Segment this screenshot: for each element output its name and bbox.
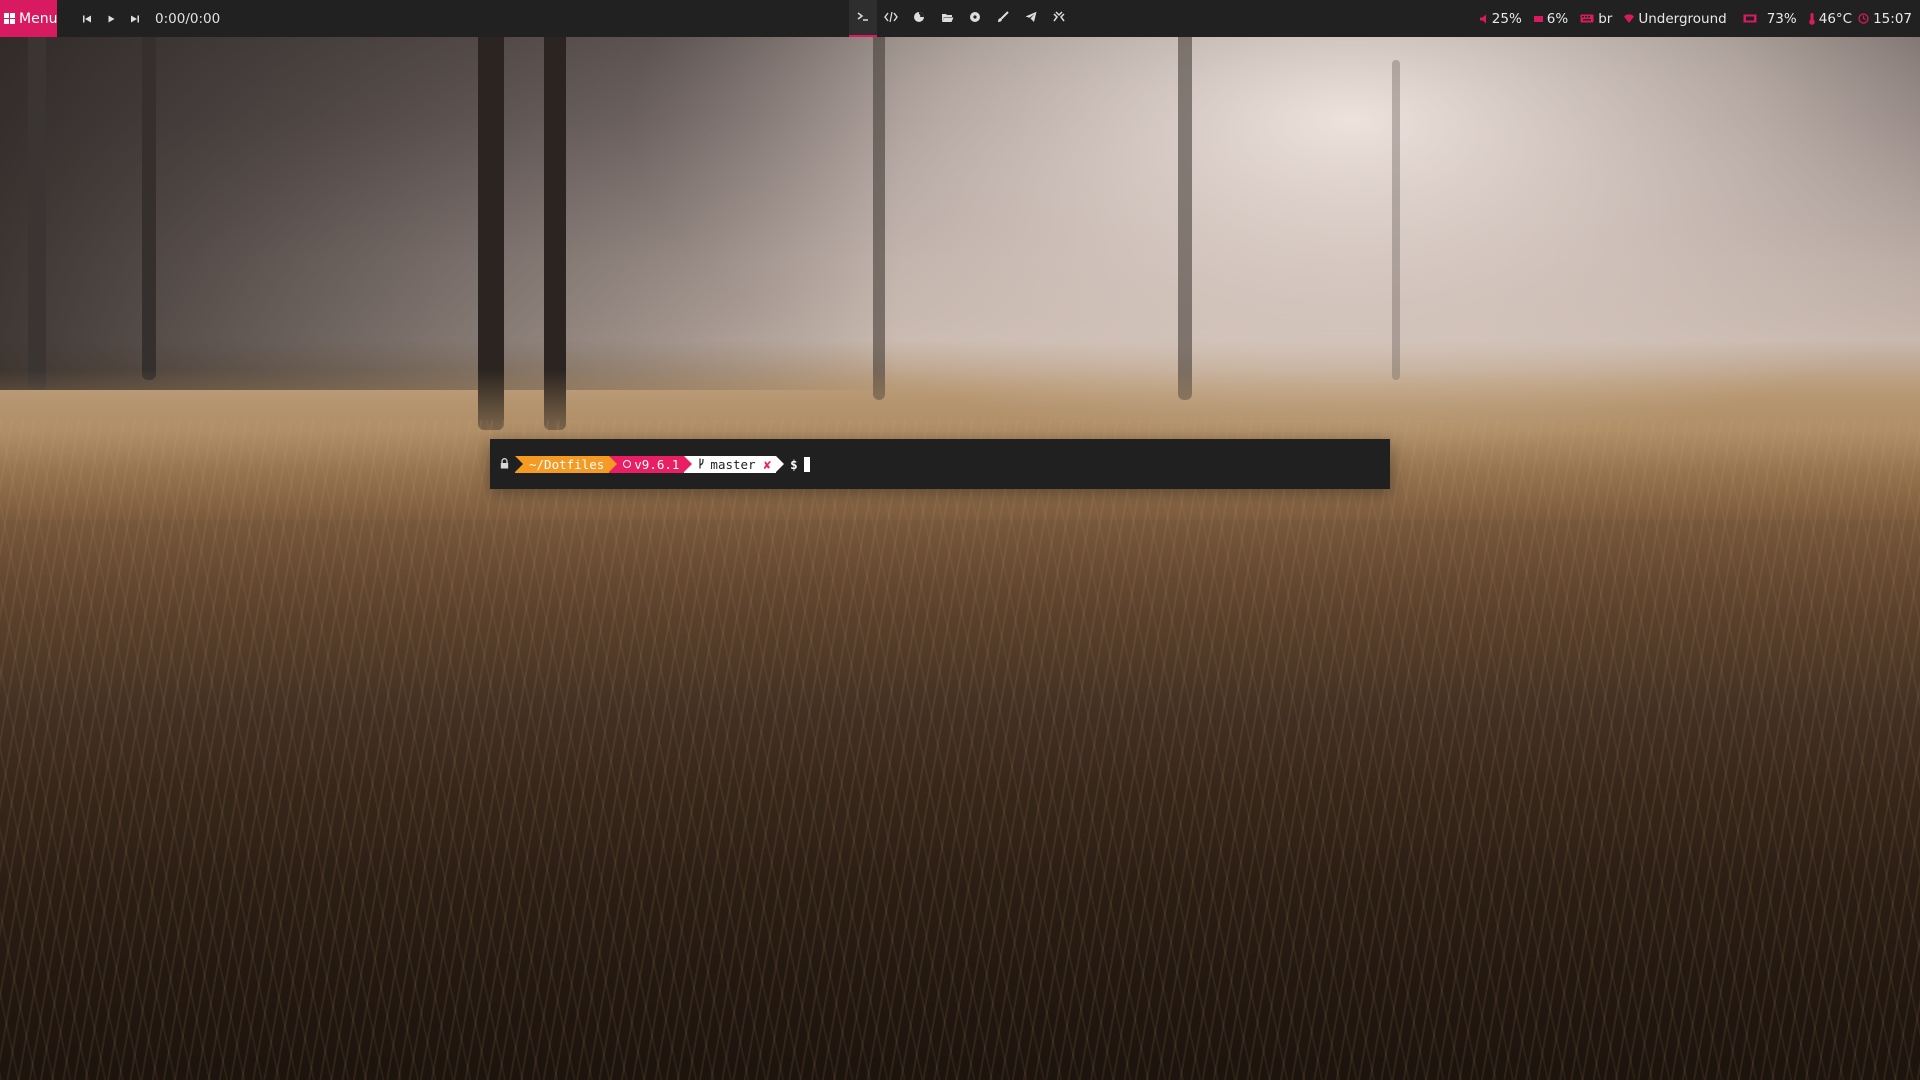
skip-previous-icon[interactable]: [77, 9, 97, 29]
files-launcher[interactable]: [933, 0, 961, 37]
speaker-icon: [1479, 14, 1488, 24]
wallpaper-fog: [0, 30, 900, 390]
volume-value: 25%: [1491, 10, 1522, 27]
git-dirty-marker: ✘: [763, 456, 772, 472]
skip-next-icon[interactable]: [125, 9, 145, 29]
memory-value: 73%: [1766, 10, 1797, 27]
telegram-launcher[interactable]: [1017, 0, 1045, 37]
prompt-git-segment: master ✘: [684, 455, 784, 473]
temperature-value: 46°C: [1818, 10, 1853, 27]
tree-trunk: [1392, 60, 1400, 380]
browser-launcher[interactable]: [905, 0, 933, 37]
prompt-git-branch: master: [710, 456, 756, 472]
record-icon: [969, 11, 981, 27]
brush-icon: [997, 10, 1009, 27]
tree-trunk: [873, 30, 885, 400]
prompt-node-version: v9.6.1: [634, 456, 680, 472]
prompt-path-segment: ~/Dotfiles: [515, 455, 618, 473]
send-icon: [1025, 11, 1037, 27]
keyboard-icon: [1580, 14, 1594, 23]
status-area: 25% 6% br Underground 73% 46°C 15:07: [1468, 0, 1912, 37]
battery-indicator[interactable]: 6%: [1533, 10, 1569, 27]
gamepad-icon: [1053, 10, 1065, 27]
firefox-icon: [913, 11, 925, 27]
prompt-lock-segment: [498, 455, 523, 473]
network-indicator[interactable]: Underground: [1624, 10, 1727, 27]
memory-indicator[interactable]: 73%: [1743, 11, 1797, 27]
terminal-launcher[interactable]: [849, 0, 877, 37]
prompt-symbol: $: [790, 456, 798, 472]
memory-icon: [1743, 14, 1757, 23]
network-value: Underground: [1638, 10, 1727, 27]
code-editor-launcher[interactable]: [877, 0, 905, 37]
paint-launcher[interactable]: [989, 0, 1017, 37]
wallpaper-grass: [0, 420, 1920, 1080]
tree-trunk: [142, 30, 156, 380]
music-launcher[interactable]: [961, 0, 989, 37]
desktop-wallpaper: [0, 0, 1920, 1080]
menu-button[interactable]: Menu: [0, 0, 57, 37]
terminal-icon: [856, 10, 870, 26]
tree-trunk: [28, 30, 46, 390]
prompt-node-segment: v9.6.1: [609, 455, 693, 473]
keyboard-layout-indicator[interactable]: br: [1580, 11, 1612, 27]
clock-indicator[interactable]: 15:07: [1858, 11, 1912, 27]
apps-grid-icon: [4, 13, 15, 24]
clock-value: 15:07: [1873, 10, 1912, 27]
menu-label: Menu: [19, 10, 58, 27]
app-launcher: [849, 0, 1073, 37]
volume-indicator[interactable]: 25%: [1479, 10, 1522, 27]
clock-icon: [1858, 13, 1869, 24]
text-cursor: [803, 456, 810, 472]
code-icon: [884, 11, 898, 27]
folder-open-icon: [941, 11, 954, 27]
media-time: 0:00/0:00: [155, 10, 221, 27]
terminal-window[interactable]: ~/Dotfiles v9.6.1 master ✘ $: [490, 439, 1390, 489]
prompt-path: ~/Dotfiles: [529, 456, 605, 472]
temperature-indicator[interactable]: 46°C: [1808, 10, 1853, 27]
play-icon[interactable]: [101, 9, 121, 29]
game-launcher[interactable]: [1045, 0, 1073, 37]
battery-value: 6%: [1546, 10, 1569, 27]
git-branch-icon: [698, 457, 705, 472]
nodejs-icon: [623, 460, 632, 468]
keyboard-layout-value: br: [1598, 10, 1613, 27]
thermometer-icon: [1808, 12, 1815, 25]
wifi-icon: [1624, 14, 1635, 23]
battery-icon: [1533, 15, 1543, 23]
lock-icon: [500, 457, 509, 472]
tree-trunk: [1178, 30, 1192, 400]
media-controls: 0:00/0:00: [77, 9, 220, 29]
top-panel: Menu 0:00/0:00 25% 6% br Underground 73%…: [0, 0, 1920, 37]
